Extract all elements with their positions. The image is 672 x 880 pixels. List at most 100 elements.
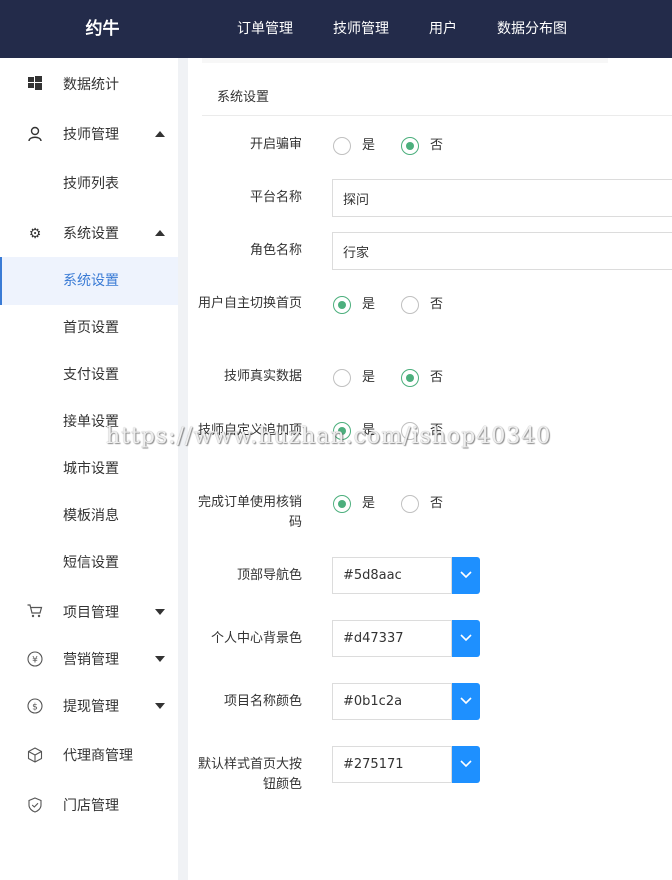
sidebar-item-label: 短信设置 [63,555,119,571]
radio-no-label: 否 [430,423,444,438]
tech-custom-items-no-radio[interactable] [401,422,419,440]
sidebar-item-system-settings-group[interactable]: ⚙ 系统设置 [0,210,178,258]
sidebar-item-label: 技师列表 [63,176,119,192]
review-mode-label: 开启骗审 [249,137,302,152]
chevron-down-icon [460,634,472,642]
sidebar-item-project-mgmt[interactable]: 项目管理 [0,589,178,637]
tech-real-data-yes-radio[interactable] [333,369,351,387]
topnav-users[interactable]: 用户 [429,0,457,58]
chevron-down-icon [155,703,165,709]
top-nav-color-label: 顶部导航色 [236,568,302,583]
sidebar: 数据统计 技师管理 技师列表 ⚙ 系统设置 系统设置 首页设置 支付设置 接单设… [0,58,178,880]
default-home-btn-color-picker: #275171 [332,746,480,783]
sidebar-item-marketing-mgmt[interactable]: ¥ 营销管理 [0,636,178,684]
radio-no-label: 否 [430,496,444,511]
sidebar-item-template-messages[interactable]: 模板消息 [0,492,178,540]
review-mode-yes-radio[interactable] [333,137,351,155]
sidebar-item-city-settings[interactable]: 城市设置 [0,445,178,493]
section-title: 系统设置 [217,90,270,105]
svg-text:$: $ [32,703,38,713]
chevron-down-icon [155,609,165,615]
dollar-icon: $ [26,698,44,716]
top-nav-color-value[interactable]: #5d8aac [332,557,452,594]
chevron-down-icon [460,571,472,579]
gear-icon: ⚙ [28,226,42,242]
topnav-technicians[interactable]: 技师管理 [333,0,389,58]
tech-custom-items-label: 技师自定义追加项 [197,423,302,438]
profile-bg-color-value[interactable]: #d47337 [332,620,452,657]
windows-icon [26,76,44,94]
sidebar-item-label: 支付设置 [63,367,119,383]
sidebar-item-label: 门店管理 [63,798,119,814]
platform-name-label: 平台名称 [249,190,302,205]
sidebar-item-label: 接单设置 [63,414,119,430]
sidebar-item-label: 系统设置 [63,273,119,289]
sidebar-item-label: 数据统计 [63,77,119,93]
radio-yes-label: 是 [362,496,376,511]
sidebar-item-system-settings[interactable]: 系统设置 [0,257,178,305]
chevron-up-icon [155,131,165,137]
profile-bg-color-dropdown-button[interactable] [452,620,480,657]
sidebar-item-order-settings[interactable]: 接单设置 [0,398,178,446]
user-icon [26,126,44,144]
tech-custom-items-yes-radio[interactable] [333,422,351,440]
radio-no-label: 否 [430,297,444,312]
review-mode-no-radio[interactable] [401,137,419,155]
sidebar-item-label: 营销管理 [63,652,119,668]
chevron-down-icon [460,760,472,768]
tech-real-data-no-radio[interactable] [401,369,419,387]
profile-bg-color-label: 个人中心背景色 [210,631,302,646]
default-home-btn-color-dropdown-button[interactable] [452,746,480,783]
radio-no-label: 否 [430,138,444,153]
tech-real-data-label: 技师真实数据 [223,369,302,384]
sidebar-item-label: 项目管理 [63,605,119,621]
item-name-color-value[interactable]: #0b1c2a [332,683,452,720]
profile-bg-color-picker: #d47337 [332,620,480,657]
item-name-color-picker: #0b1c2a [332,683,480,720]
topnav-orders[interactable]: 订单管理 [237,0,293,58]
cube-icon [26,747,44,765]
cart-icon [26,604,44,622]
sidebar-item-sms-settings[interactable]: 短信设置 [0,539,178,587]
default-home-btn-color-label: 默认样式首页大按钮颜色 [197,757,302,792]
topnav-data-map[interactable]: 数据分布图 [497,0,567,58]
platform-name-input[interactable] [332,179,672,217]
user-switch-home-label: 用户自主切换首页 [197,296,302,311]
sidebar-item-technician-list[interactable]: 技师列表 [0,160,178,208]
svg-text:¥: ¥ [32,656,38,666]
sidebar-item-technician-mgmt[interactable]: 技师管理 [0,111,178,159]
user-switch-home-no-radio[interactable] [401,296,419,314]
sidebar-item-statistics[interactable]: 数据统计 [0,61,178,109]
app-logo: 约牛 [85,19,120,39]
panel-top-edge [202,58,608,63]
sidebar-item-label: 技师管理 [63,127,119,143]
top-nav-color-picker: #5d8aac [332,557,480,594]
sidebar-item-label: 代理商管理 [63,748,133,764]
sidebar-item-payment-settings[interactable]: 支付设置 [0,351,178,399]
sidebar-item-store-mgmt[interactable]: 门店管理 [0,782,178,830]
role-name-input[interactable] [332,232,672,270]
sidebar-item-label: 首页设置 [63,320,119,336]
user-switch-home-yes-radio[interactable] [333,296,351,314]
sidebar-item-withdraw-mgmt[interactable]: $ 提现管理 [0,683,178,731]
sidebar-item-label: 系统设置 [63,226,119,242]
order-verify-code-label: 完成订单使用核销码 [197,495,302,530]
yen-icon: ¥ [26,651,44,669]
item-name-color-dropdown-button[interactable] [452,683,480,720]
role-name-label: 角色名称 [249,243,302,258]
radio-no-label: 否 [430,370,444,385]
radio-yes-label: 是 [362,138,376,153]
default-home-btn-color-value[interactable]: #275171 [332,746,452,783]
item-name-color-label: 项目名称颜色 [223,694,302,709]
settings-panel: 系统设置 开启骗审 是 否 平台名称 角色名称 用户自主切换首页 是 否 技师真… [188,58,672,880]
top-nav: 订单管理 技师管理 用户 数据分布图 [237,0,607,58]
order-verify-code-no-radio[interactable] [401,495,419,513]
sidebar-item-agent-mgmt[interactable]: 代理商管理 [0,732,178,780]
top-nav-color-dropdown-button[interactable] [452,557,480,594]
sidebar-item-label: 提现管理 [63,699,119,715]
order-verify-code-yes-radio[interactable] [333,495,351,513]
top-bar: 约牛 订单管理 技师管理 用户 数据分布图 [0,0,672,58]
chevron-down-icon [460,697,472,705]
sidebar-item-home-settings[interactable]: 首页设置 [0,304,178,352]
divider [202,115,672,116]
